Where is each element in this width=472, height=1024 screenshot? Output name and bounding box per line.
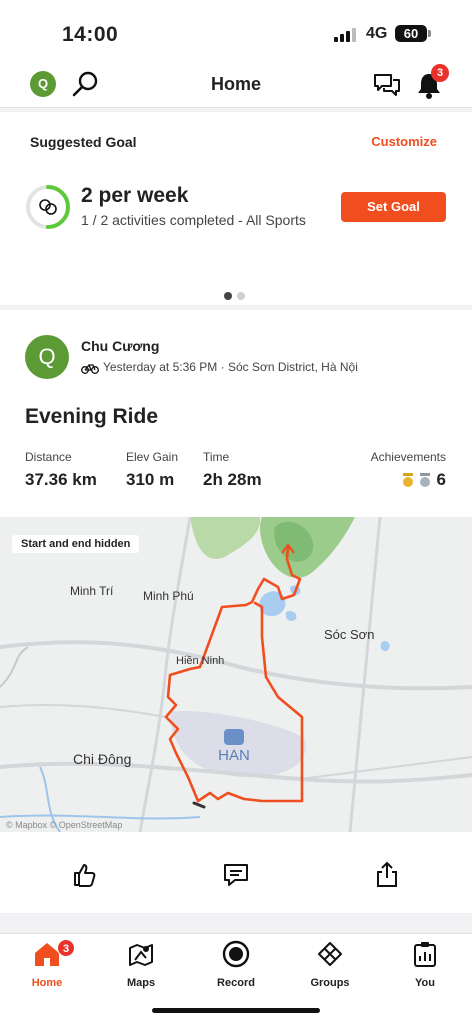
maps-icon bbox=[129, 944, 153, 966]
achievements-count: 6 bbox=[436, 470, 446, 489]
battery-cap bbox=[428, 30, 431, 37]
you-clipboard-icon bbox=[414, 942, 436, 967]
map-background bbox=[0, 517, 472, 832]
kudos-icon[interactable] bbox=[71, 861, 99, 889]
groups-icon bbox=[318, 942, 342, 966]
start-end-hidden-note: Start and end hidden bbox=[12, 535, 140, 553]
tab-home-badge: 3 bbox=[57, 939, 75, 957]
route-map[interactable]: Start and end hidden Minh Trí Minh Phú S… bbox=[0, 517, 472, 832]
silver-medal-icon bbox=[419, 473, 430, 487]
tab-label: Maps bbox=[126, 977, 156, 989]
stat-elev-gain: Elev Gain 310 m bbox=[126, 450, 178, 490]
battery-level: 60 bbox=[403, 26, 419, 41]
goal-title: 2 per week bbox=[81, 184, 189, 207]
tab-maps[interactable]: Maps bbox=[105, 940, 177, 989]
messages-icon[interactable] bbox=[371, 69, 403, 101]
share-icon[interactable] bbox=[373, 861, 401, 889]
activity-title[interactable]: Evening Ride bbox=[25, 405, 158, 429]
tab-groups[interactable]: Groups bbox=[294, 940, 366, 989]
status-bar: 14:00 4G 60 bbox=[0, 0, 472, 64]
status-time: 14:00 bbox=[62, 23, 119, 46]
activity-meta-text: Yesterday at 5:36 PM · Sóc Sơn District,… bbox=[103, 360, 358, 374]
sports-icon bbox=[39, 199, 57, 215]
app-header: Q Home 3 bbox=[0, 64, 472, 108]
network-type: 4G bbox=[366, 25, 388, 42]
athlete-name[interactable]: Chu Cương bbox=[81, 338, 159, 354]
athlete-avatar[interactable]: Q bbox=[25, 335, 69, 379]
activity-card: Q Chu Cương Yesterday at 5:36 PM · Sóc S… bbox=[0, 310, 472, 913]
tab-you[interactable]: You bbox=[389, 940, 461, 989]
stat-distance: Distance 37.36 km bbox=[25, 450, 97, 490]
goal-subtitle: 1 / 2 activities completed - All Sports bbox=[81, 212, 306, 228]
airport-code: HAN bbox=[218, 747, 250, 764]
tab-home[interactable]: Home 3 bbox=[11, 939, 83, 989]
stat-time: Time 2h 28m bbox=[203, 450, 262, 490]
battery-icon: 60 bbox=[395, 25, 427, 42]
achievements: Achievements 6 bbox=[371, 450, 446, 490]
notification-badge: 3 bbox=[431, 64, 449, 82]
tab-label: Home bbox=[31, 977, 63, 989]
stat-value: 2h 28m bbox=[203, 470, 262, 489]
map-label-hien-ninh: Hiền Ninh bbox=[176, 655, 225, 667]
gold-medal-icon bbox=[402, 473, 413, 487]
achievements-label: Achievements bbox=[370, 450, 446, 464]
stat-value: 310 m bbox=[126, 470, 175, 489]
comment-icon[interactable] bbox=[222, 861, 250, 889]
stat-label: Elev Gain bbox=[126, 450, 179, 464]
record-icon bbox=[222, 940, 250, 968]
stat-label: Time bbox=[203, 450, 230, 464]
signal-icon bbox=[334, 28, 358, 42]
tab-label: Groups bbox=[310, 977, 350, 989]
goal-heading: Suggested Goal bbox=[30, 134, 137, 150]
home-indicator bbox=[152, 1008, 320, 1013]
map-copyright[interactable]: © Mapbox © OpenStreetMap bbox=[6, 820, 122, 830]
airport-icon bbox=[224, 729, 244, 745]
card-pager[interactable] bbox=[224, 287, 250, 305]
suggested-goal-card: Suggested Goal Customize 2 per week 1 / … bbox=[0, 112, 472, 305]
map-label-chi-dong: Chi Đông bbox=[73, 751, 132, 767]
tab-record[interactable]: Record bbox=[200, 940, 272, 989]
activity-meta: Yesterday at 5:36 PM · Sóc Sơn District,… bbox=[81, 360, 358, 374]
goal-progress-ring bbox=[25, 184, 71, 230]
tab-label: Record bbox=[217, 977, 255, 989]
bike-icon bbox=[81, 364, 99, 374]
activity-actions bbox=[0, 837, 472, 909]
airport-marker: HAN bbox=[216, 729, 252, 764]
pager-dot bbox=[237, 292, 245, 300]
map-label-soc-son: Sóc Sơn bbox=[324, 627, 375, 642]
stat-label: Distance bbox=[25, 450, 72, 464]
map-label-minh-phu: Minh Phú bbox=[143, 589, 194, 603]
stat-value: 37.36 km bbox=[25, 470, 97, 489]
set-goal-button[interactable]: Set Goal bbox=[341, 192, 446, 222]
map-label-minh-tri: Minh Trí bbox=[70, 584, 114, 598]
customize-link[interactable]: Customize bbox=[371, 134, 437, 149]
tab-label: You bbox=[415, 977, 435, 989]
pager-dot-active bbox=[224, 292, 232, 300]
